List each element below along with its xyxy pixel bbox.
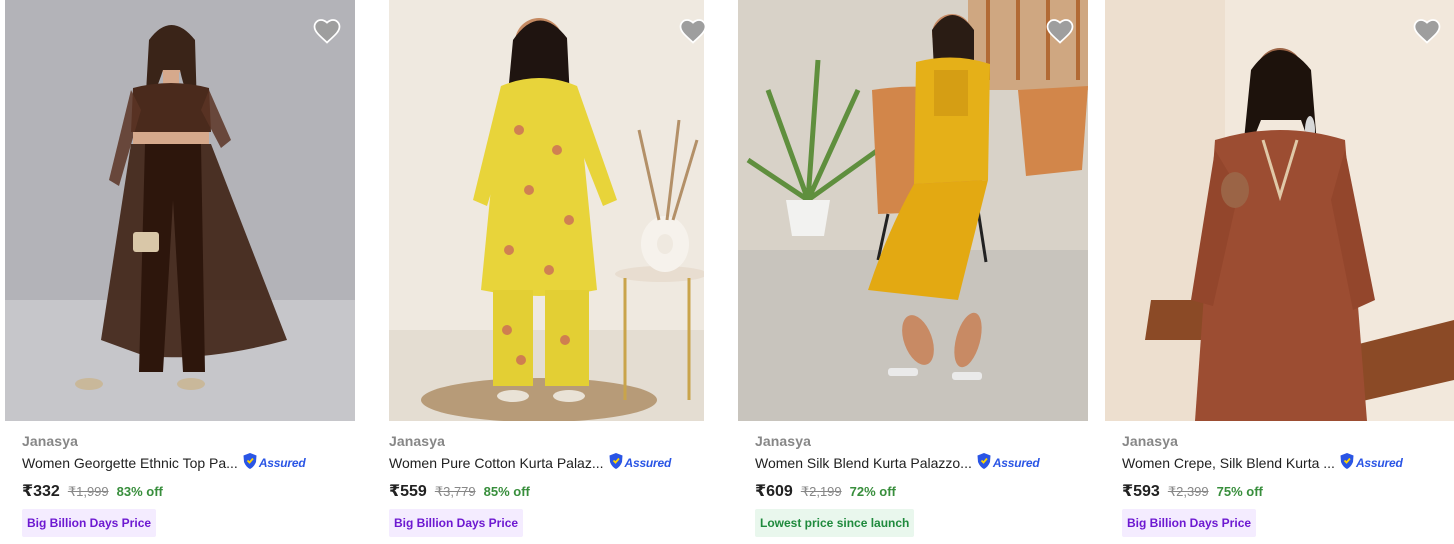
selling-price: ₹332 bbox=[22, 483, 60, 500]
flipkart-assured-icon bbox=[976, 452, 992, 475]
wishlist-heart-icon[interactable] bbox=[1045, 16, 1075, 44]
brand-name: Janasya bbox=[389, 433, 445, 449]
offer-badge: Lowest price since launch bbox=[755, 509, 915, 537]
selling-price: ₹593 bbox=[1122, 483, 1160, 500]
product-card[interactable]: Janasya Women Silk Blend Kurta Palazzo..… bbox=[738, 0, 1088, 544]
product-title[interactable]: Women Crepe, Silk Blend Kurta ... bbox=[1122, 455, 1335, 471]
selling-price: ₹559 bbox=[389, 483, 427, 500]
product-image[interactable] bbox=[1105, 0, 1454, 421]
product-image[interactable] bbox=[5, 0, 355, 421]
wishlist-heart-icon[interactable] bbox=[678, 16, 708, 44]
assured-badge: Assured bbox=[242, 452, 306, 475]
wishlist-heart-icon[interactable] bbox=[312, 16, 342, 44]
original-price: ₹2,199 bbox=[800, 484, 842, 499]
assured-label: Assured bbox=[992, 456, 1040, 470]
assured-badge: Assured bbox=[608, 452, 672, 475]
offer-badge: Big Billion Days Price bbox=[22, 509, 157, 537]
brand-name: Janasya bbox=[22, 433, 78, 449]
product-card[interactable]: Janasya Women Pure Cotton Kurta Palaz...… bbox=[372, 0, 722, 544]
original-price: ₹2,399 bbox=[1167, 484, 1209, 499]
product-card[interactable]: Janasya Women Crepe, Silk Blend Kurta ..… bbox=[1105, 0, 1454, 544]
original-price: ₹1,999 bbox=[67, 484, 109, 499]
brand-name: Janasya bbox=[755, 433, 811, 449]
discount-percent: 83% off bbox=[116, 484, 163, 499]
original-price: ₹3,779 bbox=[434, 484, 476, 499]
product-title[interactable]: Women Silk Blend Kurta Palazzo... bbox=[755, 455, 972, 471]
assured-label: Assured bbox=[1355, 456, 1403, 470]
product-card[interactable]: Janasya Women Georgette Ethnic Top Pa...… bbox=[5, 0, 355, 544]
product-title[interactable]: Women Pure Cotton Kurta Palaz... bbox=[389, 455, 604, 471]
assured-badge: Assured bbox=[976, 452, 1040, 475]
discount-percent: 75% off bbox=[1216, 484, 1263, 499]
assured-badge: Assured bbox=[1339, 452, 1403, 475]
selling-price: ₹609 bbox=[755, 483, 793, 500]
product-image[interactable] bbox=[389, 0, 704, 421]
offer-badge: Big Billion Days Price bbox=[389, 509, 524, 537]
flipkart-assured-icon bbox=[608, 452, 624, 475]
flipkart-assured-icon bbox=[1339, 452, 1355, 475]
product-image[interactable] bbox=[738, 0, 1088, 421]
offer-badge: Big Billion Days Price bbox=[1122, 509, 1257, 537]
discount-percent: 85% off bbox=[483, 484, 530, 499]
assured-label: Assured bbox=[258, 456, 306, 470]
brand-name: Janasya bbox=[1122, 433, 1178, 449]
product-title[interactable]: Women Georgette Ethnic Top Pa... bbox=[22, 455, 238, 471]
assured-label: Assured bbox=[624, 456, 672, 470]
wishlist-heart-icon[interactable] bbox=[1412, 16, 1442, 44]
discount-percent: 72% off bbox=[849, 484, 896, 499]
flipkart-assured-icon bbox=[242, 452, 258, 475]
